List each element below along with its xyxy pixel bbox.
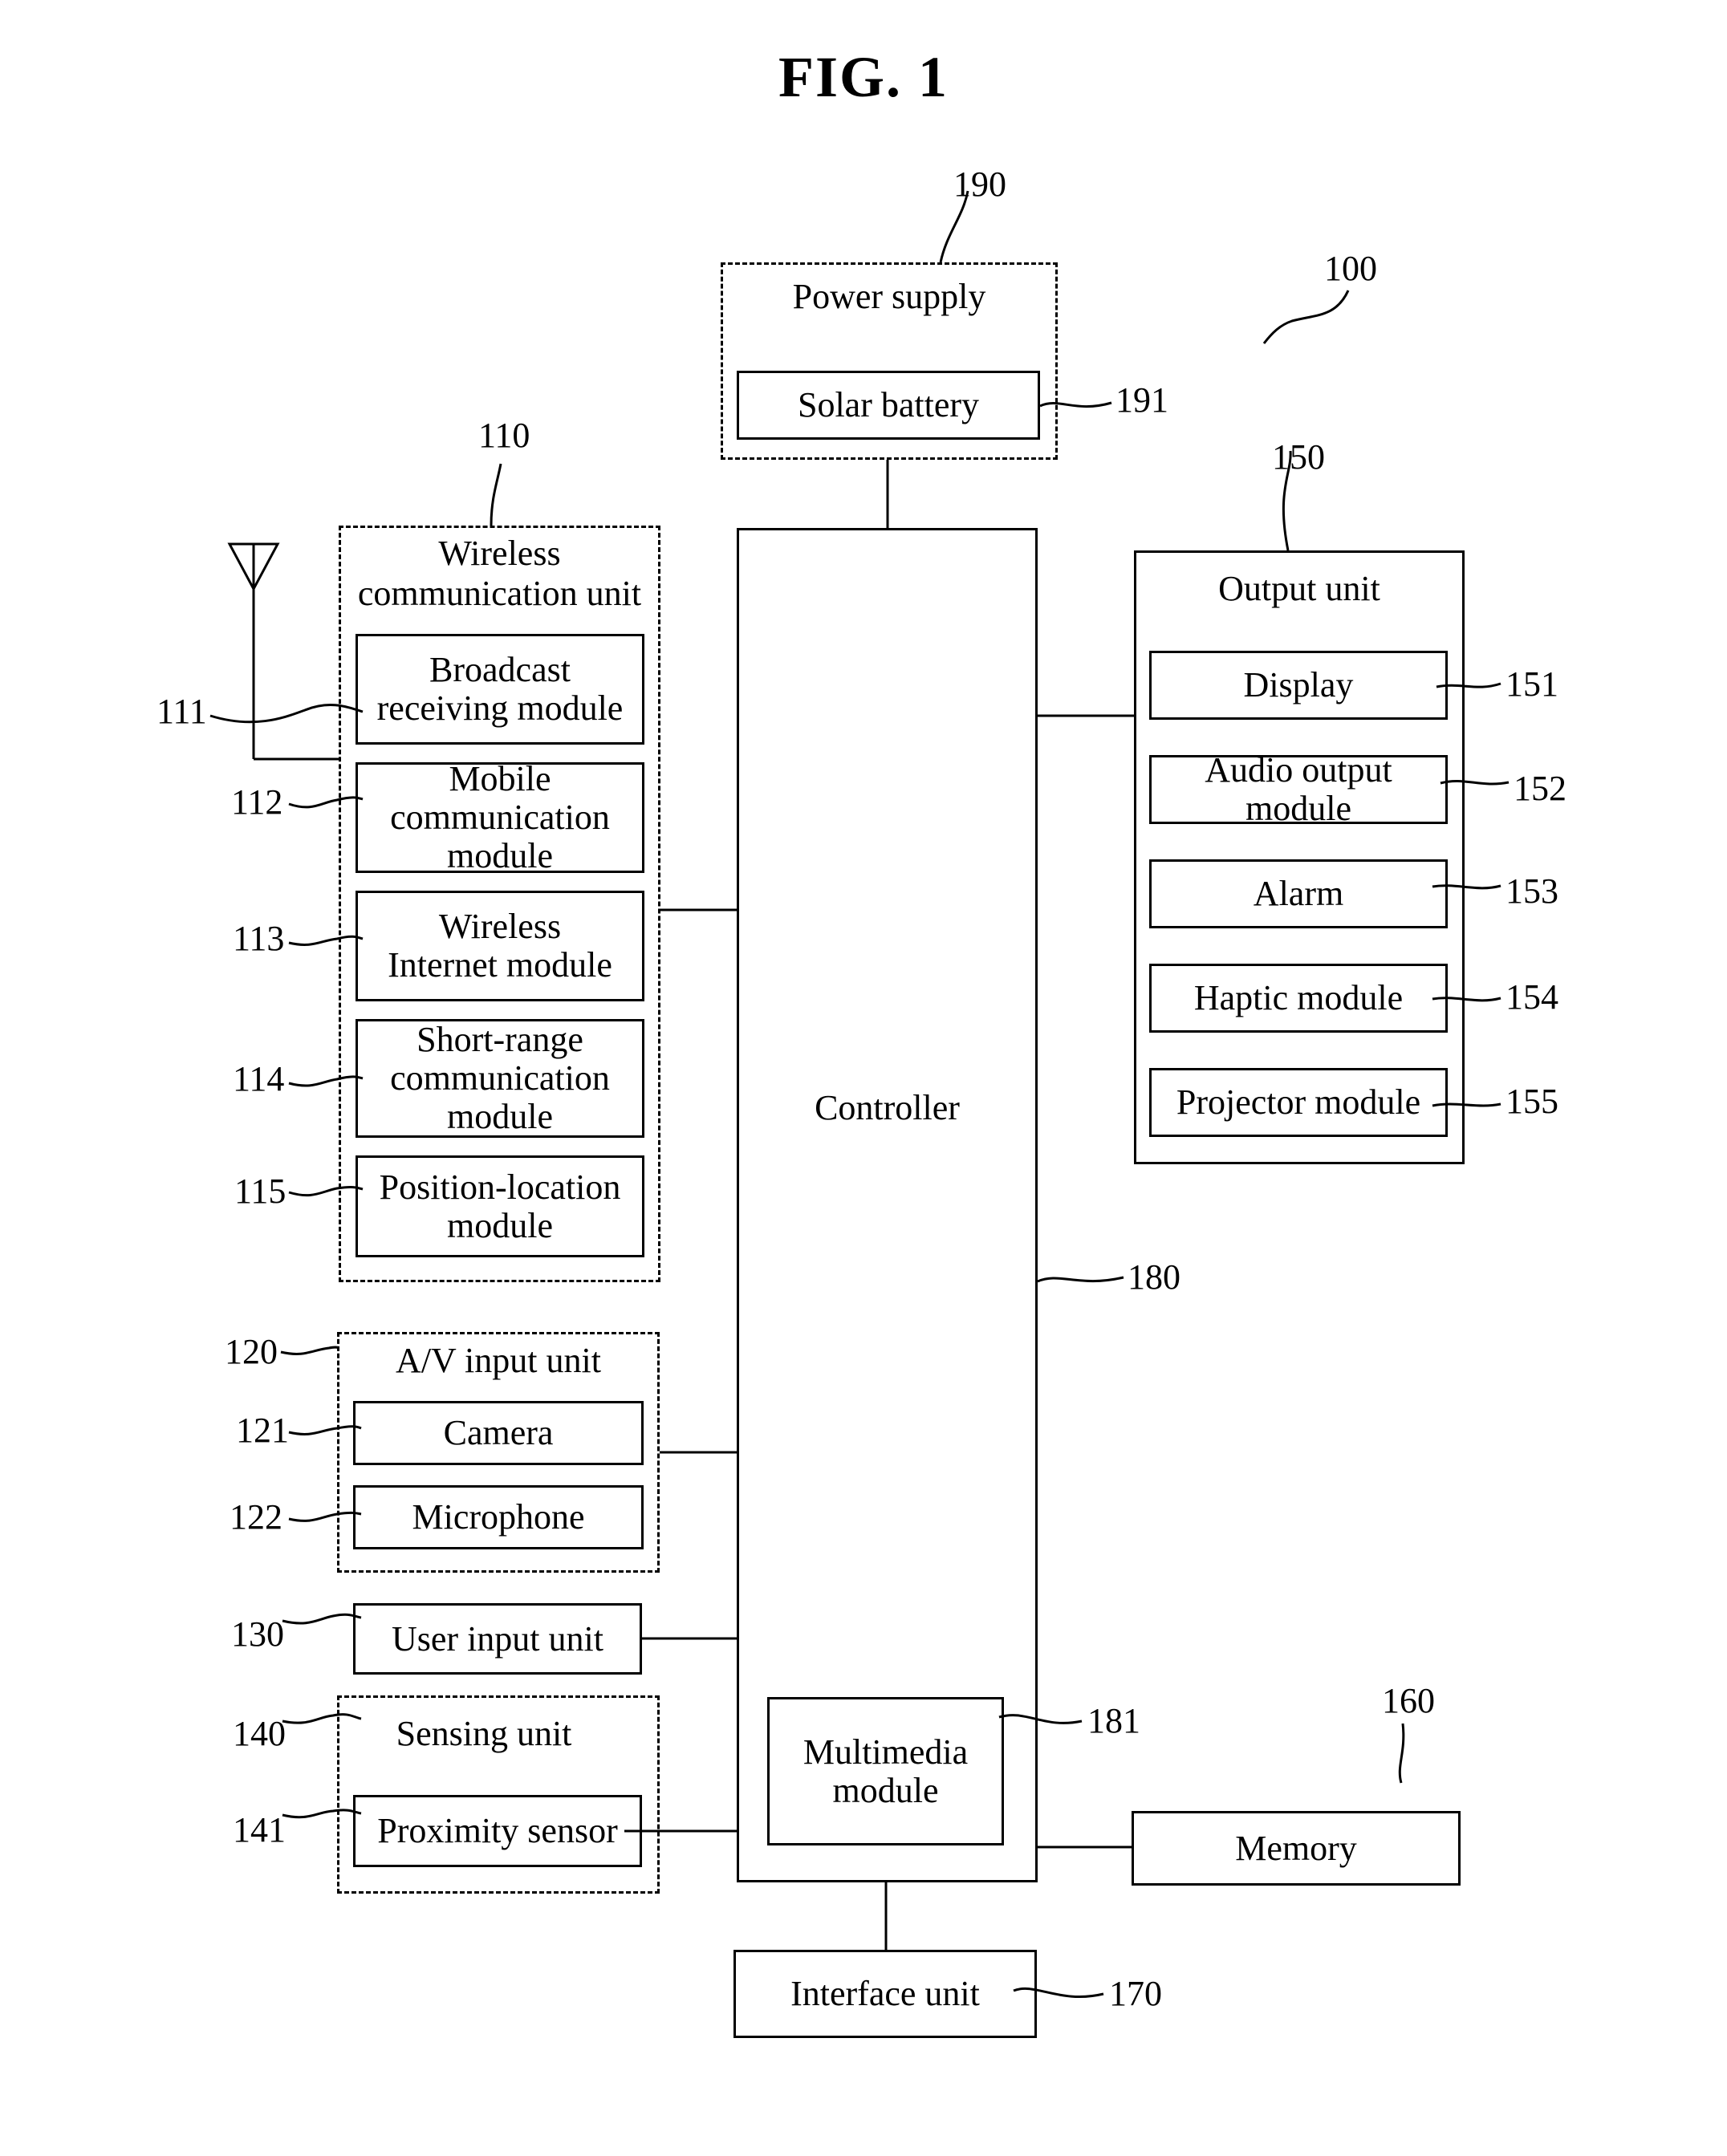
- ref-150: 150: [1272, 437, 1325, 477]
- leader-120: [280, 1346, 340, 1355]
- sensing-unit-label: Sensing unit: [396, 1714, 572, 1753]
- ref-110: 110: [478, 416, 530, 455]
- ref-114: 114: [233, 1059, 285, 1098]
- memory-block: Memory: [1132, 1811, 1461, 1886]
- interface-unit-block: Interface unit: [733, 1950, 1037, 2038]
- ref-154: 154: [1506, 977, 1558, 1017]
- ref-130: 130: [231, 1614, 284, 1654]
- ref-155: 155: [1506, 1082, 1558, 1121]
- wireless-internet-module: Wireless Internet module: [356, 891, 644, 1001]
- ref-190: 190: [953, 164, 1006, 204]
- ref-170: 170: [1109, 1974, 1162, 2013]
- microphone-module: Microphone: [353, 1485, 644, 1549]
- ref-141: 141: [233, 1810, 286, 1849]
- leader-100: [1262, 290, 1350, 344]
- leader-130: [282, 1613, 362, 1625]
- av-input-unit-label: A/V input unit: [396, 1341, 601, 1380]
- ref-153: 153: [1506, 871, 1558, 911]
- ref-140: 140: [233, 1714, 286, 1753]
- display-module: Display: [1149, 651, 1448, 720]
- alarm-module: Alarm: [1149, 859, 1448, 928]
- ref-160: 160: [1382, 1681, 1435, 1720]
- antenna-icon: [227, 542, 339, 761]
- ref-111: 111: [156, 692, 207, 731]
- ref-122: 122: [230, 1497, 282, 1537]
- ref-115: 115: [234, 1171, 286, 1211]
- short-range-communication-module: Short-range communication module: [356, 1019, 644, 1138]
- proximity-sensor-module: Proximity sensor: [353, 1795, 642, 1867]
- ref-152: 152: [1514, 769, 1566, 808]
- mobile-communication-module: Mobile communication module: [356, 760, 644, 875]
- haptic-module: Haptic module: [1149, 964, 1448, 1033]
- position-location-module: Position-location module: [356, 1155, 644, 1257]
- leader-110: [490, 463, 502, 526]
- user-input-unit-block: User input unit: [353, 1603, 642, 1675]
- audio-output-module: Audio output module: [1149, 751, 1448, 828]
- multimedia-module-block: Multimedia module: [767, 1697, 1004, 1845]
- solar-battery-block: Solar battery: [737, 371, 1040, 440]
- projector-module: Projector module: [1149, 1068, 1448, 1137]
- broadcast-receiving-module: Broadcast receiving module: [356, 634, 644, 745]
- leader-180: [1037, 1276, 1124, 1283]
- ref-180: 180: [1128, 1257, 1180, 1297]
- controller-label: Controller: [815, 1088, 960, 1127]
- ref-120: 120: [225, 1332, 278, 1371]
- ref-112: 112: [231, 782, 283, 822]
- leader-160: [1398, 1723, 1405, 1784]
- ref-100: 100: [1324, 249, 1377, 288]
- figure-title: FIG. 1: [778, 45, 949, 109]
- ref-181: 181: [1087, 1701, 1140, 1740]
- ref-191: 191: [1115, 380, 1168, 420]
- camera-module: Camera: [353, 1401, 644, 1465]
- power-supply-label: Power supply: [792, 277, 986, 316]
- ref-113: 113: [233, 919, 285, 958]
- controller-block: Controller: [737, 528, 1038, 1882]
- wireless-unit-label: Wireless communication unit: [357, 534, 642, 613]
- ref-121: 121: [236, 1411, 289, 1450]
- output-unit-label: Output unit: [1218, 569, 1380, 608]
- ref-151: 151: [1506, 664, 1558, 704]
